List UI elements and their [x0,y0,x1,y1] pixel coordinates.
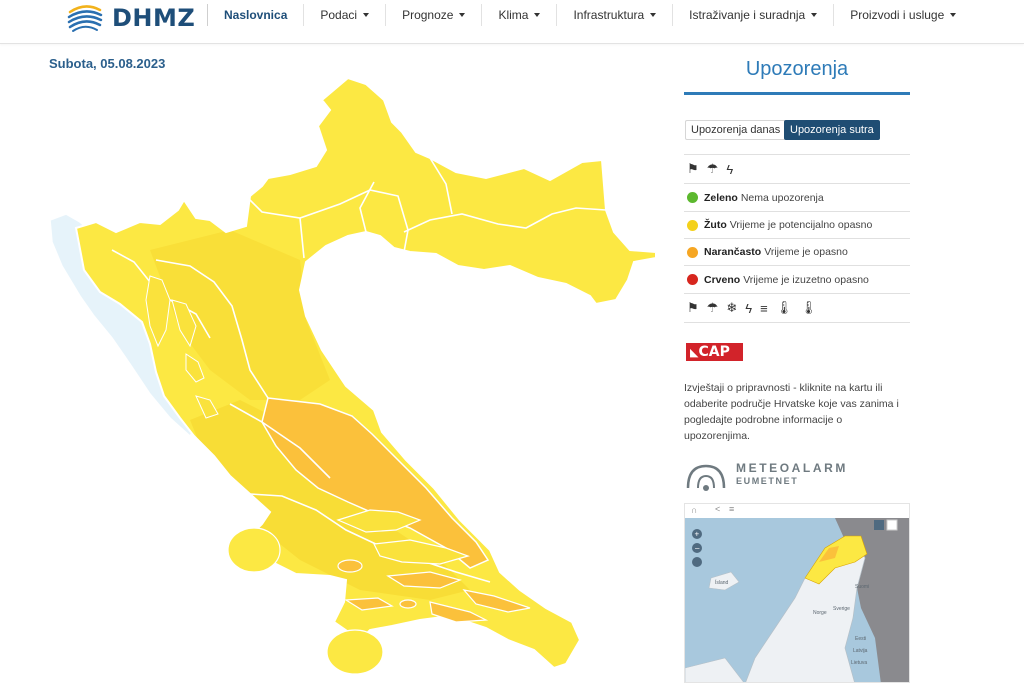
rain-icon[interactable]: ☂ [707,161,719,177]
warning-type-icons-top: ⚑ ☂ ϟ [684,154,910,183]
nav-item-label: Proizvodi i usluge [850,8,945,22]
meteoalarm-sub: EUMETNET [736,476,799,486]
croatia-warning-map[interactable] [40,70,670,683]
caret-down-icon [459,13,466,17]
dhmz-logo[interactable]: DHMZ [66,0,195,36]
nav-item-label: Podaci [320,8,358,22]
low-temperature-icon[interactable]: 🌡 [800,300,817,316]
legend-level-name: Žuto [704,219,727,231]
widget-logo-icon[interactable]: ∩ [691,505,697,515]
meteoalarm-name: METEOALARM [736,461,848,475]
legend-color-dot [687,192,698,203]
nav-item-proizvodi-i-usluge[interactable]: Proizvodi i usluge [833,4,972,26]
legend-row-red: Crveno Vrijeme je izuzetno opasno [684,265,910,293]
legend-level-description: Vrijeme je opasno [764,246,848,258]
share-icon[interactable]: < [715,504,720,514]
meteoalarm-logo[interactable]: METEOALARM EUMETNET [684,460,910,494]
nav-item-infrastruktura[interactable]: Infrastruktura [556,4,672,26]
warnings-title: Upozorenja [745,58,849,80]
legend-row-green: Zeleno Nema upozorenja [684,183,910,211]
top-navigation: DHMZ Naslovnica Podaci Prognoze Klima Infras… [0,0,1024,44]
meteoalarm-map-widget[interactable]: ∩ < ≡ Ísland Norge Sverige Suomi Eesti L… [684,503,910,683]
layer-toggle-button[interactable] [874,520,884,530]
nav-item-podaci[interactable]: Podaci [303,4,385,26]
rain-icon[interactable]: ☂ [707,300,719,316]
label-estonia: Eesti [855,636,866,642]
info-text: Izvještaji o pripravnosti - kliknite na … [684,382,899,442]
legend-color-dot [687,274,698,285]
meteoalarm-icon [686,464,726,491]
label-latvia: Latvija [853,648,868,654]
menu-icon[interactable]: ≡ [729,504,734,514]
legend-color-dot [687,246,698,258]
caret-down-icon [811,13,818,17]
legend-level-description: Nema upozorenja [740,191,824,204]
title-underline [684,92,910,95]
wind-icon[interactable]: ⚑ [687,300,699,316]
thunder-icon[interactable]: ϟ [726,162,733,177]
wind-icon[interactable]: ⚑ [687,161,699,177]
svg-text:–: – [695,544,700,553]
fog-icon[interactable]: ≡ [760,301,768,316]
label-finland: Suomi [855,584,869,590]
caret-down-icon [650,13,657,17]
nav-item-label: Prognoze [402,8,454,22]
logo-text: DHMZ [112,4,196,32]
list-view-button[interactable] [886,519,898,531]
nav-item-label: Infrastruktura [573,8,645,22]
legend-color-dot [687,219,698,231]
nav-item-prognoze[interactable]: Prognoze [385,4,481,26]
europe-map[interactable]: Ísland Norge Sverige Suomi Eesti Latvija… [685,518,910,683]
nav-item-naslovnica[interactable]: Naslovnica [207,4,303,26]
label-lithuania: Lietuva [851,660,867,666]
high-temperature-icon[interactable]: 🌡 [776,300,793,316]
cap-label: CAP [698,344,730,360]
legend-level-description: Vrijeme je izuzetno opasno [743,273,869,286]
cap-feed-button[interactable]: ◣CAP [686,343,743,361]
logo-swirl-icon [67,5,103,32]
caret-down-icon [950,13,957,17]
thunder-icon[interactable]: ϟ [745,301,752,316]
legend-level-name: Narančasto [704,246,762,258]
svg-text:+: + [695,530,700,539]
tab-warnings-tomorrow[interactable]: Upozorenja sutra [784,120,880,140]
legend-level-name: Crveno [704,273,741,286]
zoom-controls: + – [692,529,702,567]
nav-item-istraživanje-i-suradnja[interactable]: Istraživanje i suradnja [672,4,833,26]
legend-level-name: Zeleno [704,191,738,204]
forecast-date: Subota, 05.08.2023 [49,56,166,71]
widget-toolbar: ∩ < ≡ [685,504,909,518]
label-sweden: Sverige [833,606,850,612]
nav-item-klima[interactable]: Klima [481,4,556,26]
warning-type-icons-bottom: ⚑ ☂ ❄ ϟ ≡ 🌡 🌡 [684,293,910,323]
legend-row-orange: Narančasto Vrijeme je opasno [684,238,910,265]
nav-menu: Naslovnica Podaci Prognoze Klima Infrastrukt… [207,0,972,30]
caret-down-icon [534,13,541,17]
nav-item-label: Klima [498,8,529,22]
legend-row-yellow: Žuto Vrijeme je potencijalno opasno [684,211,910,238]
reset-view-button[interactable] [692,557,702,567]
label-iceland: Ísland [715,579,729,586]
tab-warnings-today[interactable]: Upozorenja danas [685,120,787,140]
nav-item-label: Naslovnica [224,8,288,22]
caret-down-icon [363,13,370,17]
legend-level-description: Vrijeme je potencijalno opasno [729,219,873,231]
label-norway: Norge [813,610,827,616]
nav-item-label: Istraživanje i suradnja [689,8,806,22]
snow-ice-icon[interactable]: ❄ [726,300,737,316]
